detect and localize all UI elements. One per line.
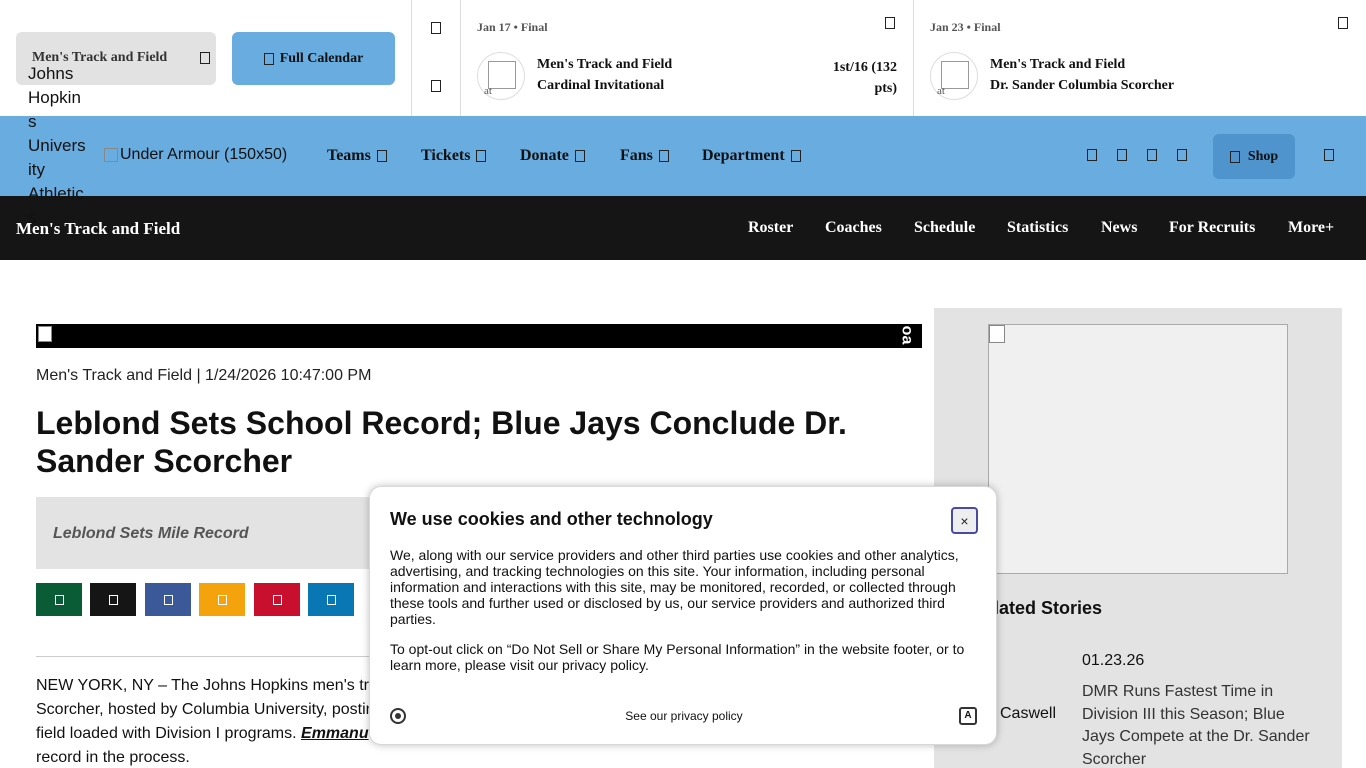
cookie-paragraph: We, along with our service providers and… [390, 547, 959, 627]
privacy-policy-link[interactable]: See our privacy policy [370, 709, 998, 723]
game-sport: Men's Track and Field [537, 57, 673, 72]
instagram-icon[interactable] [1147, 149, 1157, 161]
menu-teams-label: Teams [327, 147, 371, 164]
scoreboard-bar: Men's Track and Field Full Calendar Jan … [0, 0, 1366, 116]
opponent-logo: at [930, 52, 978, 100]
related-story-date: 01.23.26 [1082, 652, 1145, 669]
game-result: 1st/16 (132 pts) [832, 60, 897, 96]
chevron-down-icon [200, 52, 210, 64]
menu-fans-label: Fans [620, 147, 653, 164]
related-story-link[interactable]: DMR Runs Fastest Time in Division III th… [1082, 681, 1322, 768]
pinterest-icon [272, 594, 282, 605]
game-card[interactable]: Jan 23 • Final at Men's Track and Field … [914, 0, 1366, 116]
menu-tickets[interactable]: Tickets [421, 147, 487, 165]
chevron-down-icon [658, 150, 669, 162]
game-location-at: at [484, 85, 492, 97]
menu-department-label: Department [702, 147, 785, 164]
subnav-schedule[interactable]: Schedule [914, 219, 975, 237]
related-stories-title: elated Stories [984, 598, 1103, 618]
banner-glyph: oa [898, 325, 916, 345]
article-meta: Men's Track and Field | 1/24/2026 10:47:… [36, 367, 372, 384]
menu-tickets-label: Tickets [421, 147, 471, 164]
share-pinterest-button[interactable] [254, 583, 300, 616]
cookie-dialog-title: We use cookies and other technology [390, 509, 713, 529]
opponent-logo: at [477, 52, 525, 100]
chevron-down-icon [476, 150, 487, 162]
facebook-icon [163, 594, 173, 605]
subnav-news[interactable]: News [1101, 219, 1137, 237]
language-icon[interactable]: A [959, 707, 977, 725]
menu-donate-label: Donate [520, 147, 569, 164]
game-date: Jan 23 • Final [930, 20, 1001, 34]
related-story-author: Caswell [1000, 705, 1057, 722]
menu-teams[interactable]: Teams [327, 147, 387, 165]
article-banner: oa [36, 324, 922, 348]
main-navigation: Under Armour (150x50) Teams Tickets Dona… [0, 116, 1366, 196]
cookie-paragraph: To opt-out click on “Do Not Sell or Shar… [390, 641, 965, 673]
sport-subnav: Men's Track and Field Roster Coaches Sch… [0, 196, 1366, 260]
full-calendar-button[interactable]: Full Calendar [232, 32, 395, 85]
email-icon [217, 594, 227, 605]
scoreboard-nav [411, 0, 461, 116]
sponsor-logo-alt: Under Armour (150x50) [120, 146, 288, 163]
game-event: Cardinal Invitational [537, 78, 665, 93]
shopping-bag-icon [1229, 150, 1240, 163]
athlete-link[interactable]: Emmanu [301, 725, 369, 742]
youtube-icon[interactable] [1177, 149, 1187, 161]
site-logo-alt: Johns Hopkins University Athletics [28, 64, 86, 227]
facebook-icon[interactable] [1087, 149, 1097, 161]
x-icon [108, 594, 118, 605]
share-x-button[interactable] [90, 583, 136, 616]
twitter-icon [54, 594, 64, 605]
share-linkedin-button[interactable] [308, 583, 354, 616]
menu-fans[interactable]: Fans [620, 147, 669, 165]
game-sport: Men's Track and Field [990, 57, 1126, 72]
share-facebook-button[interactable] [145, 583, 191, 616]
share-email-button[interactable] [199, 583, 245, 616]
cookie-consent-dialog: We use cookies and other technology × We… [369, 486, 997, 745]
site-logo[interactable]: Johns Hopkins University Athletics [28, 62, 88, 230]
chevron-down-icon [574, 150, 585, 162]
menu-donate[interactable]: Donate [520, 147, 585, 165]
game-date: Jan 17 • Final [477, 20, 548, 34]
close-button[interactable]: × [951, 507, 978, 534]
subnav-coaches[interactable]: Coaches [825, 219, 882, 237]
broken-image-icon [989, 325, 1005, 343]
menu-department[interactable]: Department [702, 147, 801, 165]
search-icon[interactable] [1324, 149, 1334, 161]
broken-image-icon [38, 326, 52, 342]
subnav-more[interactable]: More+ [1288, 219, 1334, 237]
subnav-statistics[interactable]: Statistics [1007, 219, 1068, 237]
game-event: Dr. Sander Columbia Scorcher [990, 78, 1175, 93]
full-calendar-label: Full Calendar [279, 50, 364, 66]
calendar-icon [263, 52, 274, 65]
opponent-logo-image [941, 61, 969, 89]
opponent-logo-image [488, 61, 516, 89]
game-details-icon[interactable] [885, 17, 895, 29]
sidebar-ad[interactable] [988, 324, 1288, 574]
share-twitter-button[interactable] [36, 583, 82, 616]
body-text-segment: field loaded with Division I programs. [36, 725, 302, 742]
game-details-icon[interactable] [1338, 17, 1348, 29]
game-location-at: at [937, 85, 945, 97]
body-line: record in the process. [36, 749, 190, 766]
chevron-down-icon [376, 150, 387, 162]
subnav-for-recruits[interactable]: For Recruits [1169, 219, 1255, 237]
next-arrow-icon[interactable] [431, 80, 441, 92]
shop-button[interactable]: Shop [1213, 134, 1295, 179]
subnav-roster[interactable]: Roster [748, 219, 793, 237]
article-headline: Leblond Sets School Record; Blue Jays Co… [36, 405, 847, 479]
sponsor-logo[interactable]: Under Armour (150x50) [104, 146, 287, 164]
linkedin-icon [326, 594, 336, 605]
twitter-icon[interactable] [1117, 149, 1127, 161]
previous-arrow-icon[interactable] [431, 22, 441, 34]
game-card[interactable]: Jan 17 • Final at Men's Track and Field … [461, 0, 914, 116]
photo-caption: Leblond Sets Mile Record [53, 525, 249, 542]
broken-image-icon [104, 148, 118, 162]
close-icon: × [960, 512, 969, 529]
shop-label: Shop [1247, 148, 1279, 164]
chevron-down-icon [790, 150, 801, 162]
